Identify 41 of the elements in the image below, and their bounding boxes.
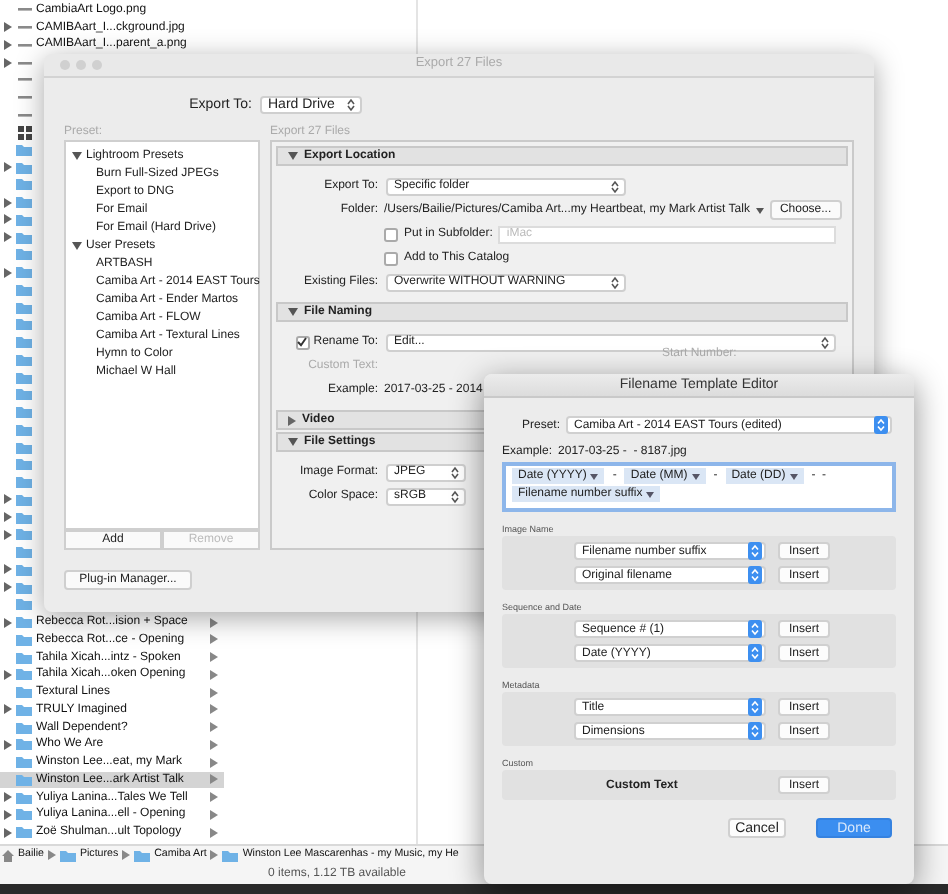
disclosure-icon (4, 669, 12, 680)
disclosure-icon (72, 241, 82, 249)
stepper-icon (748, 644, 762, 662)
window-zoom-button[interactable] (92, 60, 102, 70)
stepper-icon (748, 566, 762, 584)
caret-icon (646, 491, 655, 497)
caret-icon (691, 473, 700, 479)
stepper-icon (346, 97, 356, 111)
disclosure-icon (4, 267, 12, 278)
disclosure-icon (4, 162, 12, 173)
stepper-icon (748, 722, 762, 740)
disclosure-icon (288, 152, 298, 160)
disclosure-icon (4, 704, 12, 715)
checkbox[interactable] (384, 227, 398, 241)
arrow-icon (122, 850, 131, 860)
stepper-icon (610, 275, 620, 289)
disclosure-icon (4, 617, 12, 628)
caret-icon (755, 207, 764, 213)
caret-icon (789, 473, 798, 479)
stepper-icon (450, 465, 460, 479)
grid-icon (17, 125, 31, 140)
disclosure-icon (288, 308, 298, 316)
stepper-icon (450, 489, 460, 503)
stepper-icon (748, 620, 762, 638)
caret-icon (590, 473, 599, 479)
stepper-icon (820, 335, 830, 349)
stepper-icon (610, 179, 620, 193)
disclosure-icon (4, 739, 12, 750)
window-close-button[interactable] (60, 60, 70, 70)
checkbox[interactable] (384, 251, 398, 265)
disclosure-icon (72, 151, 82, 159)
window-minimize-button[interactable] (76, 60, 86, 70)
stepper-icon (748, 698, 762, 716)
checkbox[interactable] (295, 335, 310, 349)
arrow-icon (210, 850, 219, 860)
disclosure-icon (288, 438, 298, 446)
arrow-icon (47, 850, 56, 860)
stepper-icon (748, 542, 762, 560)
stepper-icon (874, 416, 888, 434)
home-icon (2, 849, 14, 861)
disclosure-icon (288, 415, 296, 425)
